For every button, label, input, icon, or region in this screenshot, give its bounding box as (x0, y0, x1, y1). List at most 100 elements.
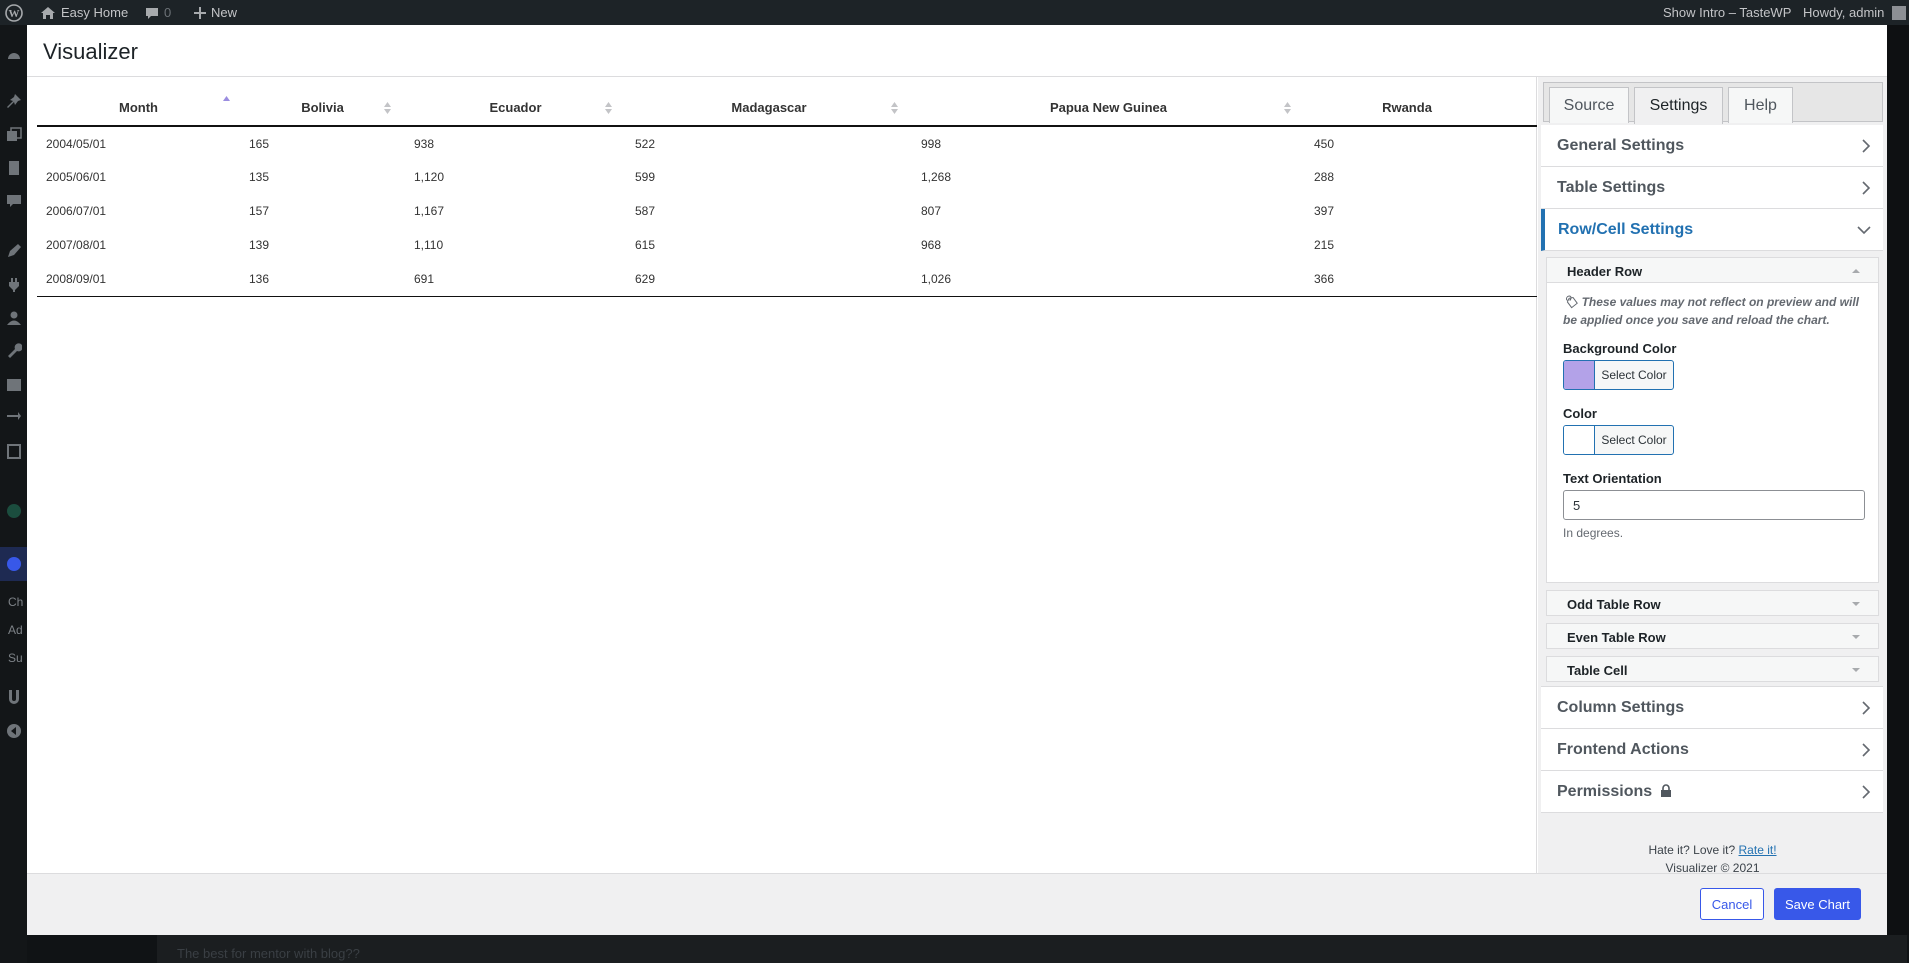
hate-love-text: Hate it? Love it? (1648, 843, 1736, 857)
migration-icon[interactable] (6, 410, 22, 426)
dashboard-icon[interactable] (6, 47, 22, 63)
subsection-label: Even Table Row (1567, 630, 1666, 645)
header-row: Month Bolivia Ecuador Madagascar Papua N… (37, 90, 1537, 127)
media-icon[interactable] (6, 127, 22, 143)
subsection-label: Header Row (1567, 264, 1643, 279)
background-color-swatch (1564, 361, 1595, 389)
row-cell-panel: Header Row 🏷︎ These values may not refle… (1541, 251, 1883, 687)
cancel-button[interactable]: Cancel (1700, 888, 1764, 920)
column-label: Ecuador (489, 100, 542, 115)
column-header-month[interactable]: Month (37, 90, 240, 127)
column-header-bolivia[interactable]: Bolivia (240, 90, 405, 127)
group-permissions[interactable]: Permissions (1541, 771, 1883, 813)
chevron-right-icon (1862, 701, 1871, 715)
group-frontend-actions[interactable]: Frontend Actions (1541, 729, 1883, 771)
table-cell: 938 (414, 136, 435, 151)
text-color-picker[interactable]: Select Color (1563, 425, 1674, 455)
table-row: 2006/07/01 157 1,167 587 807 397 (37, 194, 1537, 228)
posts-pin-icon[interactable] (6, 93, 22, 109)
group-label: Permissions (1557, 783, 1672, 801)
new-content-link[interactable]: New (194, 0, 237, 25)
dimmed-page-text: The best for mentor with blog?? (157, 935, 1907, 963)
save-chart-button[interactable]: Save Chart (1774, 888, 1861, 920)
table-cell: 998 (921, 136, 942, 151)
tag-icon: 🏷︎ (1563, 295, 1579, 309)
comment-icon (146, 7, 158, 19)
lock-icon (1660, 784, 1671, 797)
chevron-right-icon (1862, 785, 1871, 799)
users-icon[interactable] (6, 310, 22, 326)
odd-table-row-toggle[interactable]: Odd Table Row (1546, 590, 1879, 616)
tools-icon[interactable] (6, 343, 22, 359)
text-orientation-input[interactable]: 5 (1563, 490, 1865, 520)
table-cell: 1,268 (921, 170, 952, 184)
table-cell: 157 (249, 204, 270, 218)
visualizer-icon[interactable] (6, 556, 22, 572)
column-label: Madagascar (731, 100, 807, 115)
column-header-ecuador[interactable]: Ecuador (405, 90, 626, 127)
table-cell: 615 (635, 238, 656, 252)
submenu-item-charts[interactable]: Ch (8, 595, 23, 609)
permissions-label: Permissions (1557, 783, 1653, 800)
chevron-right-icon (1862, 743, 1871, 757)
select-color-label: Select Color (1601, 433, 1667, 447)
group-label: General Settings (1557, 137, 1685, 154)
pages-icon[interactable] (6, 160, 22, 176)
column-header-rwanda[interactable]: Rwanda (1305, 90, 1537, 127)
header-row-body: 🏷︎ These values may not reflect on previ… (1546, 283, 1879, 583)
data-table: Month Bolivia Ecuador Madagascar Papua N… (37, 90, 1537, 297)
visualizer-modal: Visualizer Month Bolivia Ecuador Madagas… (27, 25, 1887, 935)
note-text: These values may not reflect on preview … (1563, 295, 1860, 327)
settings-icon[interactable] (6, 377, 22, 393)
table-cell: 136 (240, 262, 405, 297)
rate-it-link[interactable]: Rate it! (1739, 843, 1777, 857)
comments-menu-icon[interactable] (6, 193, 22, 209)
table-preview: Month Bolivia Ecuador Madagascar Papua N… (27, 77, 1537, 873)
plugins-icon[interactable] (6, 277, 22, 293)
table-row: 2008/09/01 136 691 629 1,026 366 (37, 262, 1537, 297)
chevron-right-icon (1862, 139, 1871, 153)
show-intro-link[interactable]: Show Intro – TasteWP (1663, 0, 1791, 25)
table-cell: 139 (249, 238, 270, 252)
table-cell: 165 (249, 136, 270, 151)
table-cell: 691 (405, 262, 626, 297)
wordpress-logo-icon[interactable]: W (5, 0, 23, 25)
collapse-menu-icon[interactable] (6, 723, 22, 739)
group-row-cell-settings[interactable]: Row/Cell Settings (1541, 209, 1883, 251)
copy-icon[interactable] (6, 443, 22, 459)
my-account-link[interactable]: Howdy, admin (1803, 0, 1907, 25)
group-general-settings[interactable]: General Settings (1541, 125, 1883, 167)
table-cell: 2008/09/01 (37, 262, 240, 297)
table-cell: 587 (635, 204, 656, 218)
tab-source[interactable]: Source (1549, 87, 1629, 123)
table-cell: 968 (921, 238, 942, 252)
group-table-settings[interactable]: Table Settings (1541, 167, 1883, 209)
chevron-down-icon (1857, 226, 1871, 235)
u-plugin-icon[interactable] (6, 689, 22, 705)
header-row-toggle[interactable]: Header Row (1546, 257, 1879, 283)
svg-text:W: W (9, 8, 20, 20)
tastewp-icon[interactable] (6, 503, 22, 519)
tab-help[interactable]: Help (1728, 87, 1793, 123)
site-name-link[interactable]: Easy Home (40, 0, 128, 25)
modal-title: Visualizer (43, 39, 138, 64)
table-cell: 522 (635, 136, 656, 151)
background-color-picker[interactable]: Select Color (1563, 360, 1674, 390)
preview-note: 🏷︎ These values may not reflect on previ… (1563, 293, 1863, 329)
table-row: 2005/06/01 135 1,120 599 1,268 288 (37, 160, 1537, 194)
group-column-settings[interactable]: Column Settings (1541, 687, 1883, 729)
sidebar-tabs: Source Settings Help (1543, 82, 1883, 124)
select-color-label: Select Color (1601, 368, 1667, 382)
tab-settings[interactable]: Settings (1634, 87, 1723, 124)
comments-link[interactable]: 0 (145, 0, 171, 25)
submenu-item-add[interactable]: Ad (8, 623, 23, 637)
column-header-madagascar[interactable]: Madagascar (626, 90, 912, 127)
even-table-row-toggle[interactable]: Even Table Row (1546, 623, 1879, 649)
settings-groups: General Settings Table Settings Row/Cell… (1541, 125, 1883, 813)
column-header-papua-new-guinea[interactable]: Papua New Guinea (912, 90, 1305, 127)
appearance-icon[interactable] (6, 243, 22, 259)
table-row: 2004/05/01 165 938 522 998 450 (37, 126, 1537, 160)
table-cell-toggle[interactable]: Table Cell (1546, 656, 1879, 682)
text-orientation-hint: In degrees. (1563, 526, 1624, 540)
submenu-item-support[interactable]: Su (8, 651, 23, 665)
